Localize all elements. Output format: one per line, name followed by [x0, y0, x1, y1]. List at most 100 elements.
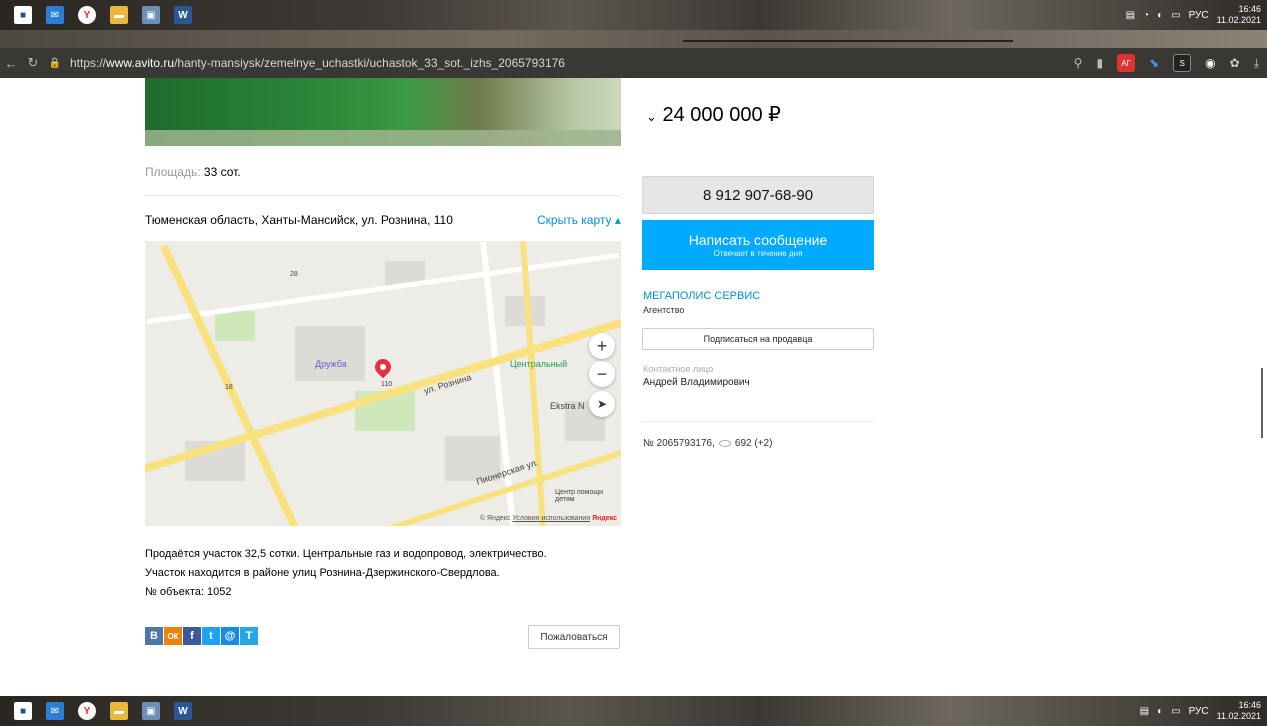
taskbar-top: ■ ✉ Y ▬ ▣ W ▤ ◔ ◐ ▭ РУС 16:46 11.02.2021 — [0, 0, 1267, 30]
subscribe-button[interactable]: Подписаться на продавца — [642, 328, 874, 350]
hide-map-link[interactable]: Скрыть карту ▴ — [537, 213, 621, 227]
phone-button[interactable]: 8 912 907-68-90 — [642, 176, 874, 214]
description: Продаётся участок 32,5 сотки. Центральны… — [145, 545, 547, 602]
message-button-sublabel: Отвечает в течение дня — [713, 249, 803, 258]
twitter-share-button[interactable]: t — [202, 627, 220, 645]
map-poi-label: Центр помощи детям — [555, 489, 604, 503]
clock-date: 11.02.2021 — [1216, 711, 1261, 721]
view-count: 692 (+2) — [734, 438, 773, 449]
complain-button[interactable]: Пожаловаться — [528, 625, 620, 649]
reload-icon[interactable]: ↻ — [22, 55, 44, 71]
map-house-number: 18 — [225, 384, 233, 391]
taskbar-bottom: ■ ✉ Y ▬ ▣ W ▤ ◐ ▭ РУС 16:46 11.02.2021 — [0, 696, 1267, 726]
chevron-up-icon: ▴ — [614, 213, 621, 227]
description-line: № объекта: 1052 — [145, 586, 232, 598]
mail-icon[interactable]: ✉ — [46, 6, 64, 24]
battery-icon[interactable]: ▭ — [1171, 706, 1180, 717]
price-value: 24 000 000 ₽ — [662, 104, 781, 126]
address-text: Тюменская область, Ханты-Мансийск, ул. Р… — [145, 213, 453, 227]
divider — [145, 195, 621, 196]
yandex-browser-icon[interactable]: Y — [78, 702, 96, 720]
area-value: 33 сот. — [203, 165, 241, 179]
telegram-share-button[interactable]: T — [240, 627, 258, 645]
url-prefix: https:// — [70, 56, 107, 70]
photo-app-icon[interactable]: ▣ — [142, 6, 160, 24]
price: ⌄ 24 000 000 ₽ — [646, 102, 781, 127]
url-path: /hanty-mansiysk/zemelnye_uchastki/uchast… — [174, 56, 565, 70]
write-message-button[interactable]: Написать сообщение Отвечает в течение дн… — [642, 220, 874, 270]
map-footer: © Яндекс Условия использования Яндекс — [480, 515, 617, 522]
page-content: Площадь: 33 сот. Тюменская область, Хант… — [0, 78, 1267, 696]
scrollbar[interactable] — [1261, 368, 1263, 438]
hide-map-label: Скрыть карту — [537, 213, 612, 227]
tab-strip — [0, 30, 1267, 48]
network-icon[interactable]: ◔ — [1143, 10, 1149, 21]
location-pin-icon[interactable] — [371, 355, 395, 379]
volume-icon[interactable]: ◐ — [1157, 10, 1163, 21]
volume-icon[interactable]: ◐ — [1157, 706, 1163, 717]
notification-icon[interactable]: ▤ — [1126, 10, 1135, 21]
ad-number: № 2065793176, — [643, 438, 715, 449]
map-park — [215, 311, 255, 341]
map-terms-link[interactable]: Условия использования — [512, 515, 590, 522]
vk-share-button[interactable]: В — [145, 627, 163, 645]
extension-arrow-icon[interactable]: ⬊ — [1149, 56, 1159, 70]
clock[interactable]: 16:46 11.02.2021 — [1217, 4, 1261, 26]
map-poi-label: Ekstra N — [550, 401, 585, 411]
word-icon[interactable]: W — [174, 6, 192, 24]
clock-date: 11.02.2021 — [1216, 15, 1261, 25]
ad-meta: № 2065793176, 692 (+2) — [643, 438, 772, 449]
zoom-out-button[interactable]: − — [589, 361, 615, 387]
file-explorer-icon[interactable]: ▬ — [110, 702, 128, 720]
map-copyright: © Яндекс — [479, 515, 511, 522]
description-line: Участок находится в районе улиц Рознина-… — [145, 567, 500, 579]
file-explorer-icon[interactable]: ▬ — [110, 6, 128, 24]
seller-type: Агентство — [643, 305, 685, 315]
download-icon[interactable]: ⤓ — [1254, 56, 1259, 71]
clock-time: 16:46 — [1238, 4, 1261, 14]
area-row: Площадь: 33 сот. — [145, 165, 241, 179]
geolocation-icon[interactable]: ➤ — [589, 391, 615, 417]
seller-name-link[interactable]: МЕГАПОЛИС СЕРВИС — [643, 290, 760, 302]
battery-icon[interactable]: ▭ — [1171, 10, 1180, 21]
lock-icon[interactable]: 🔒 — [44, 58, 66, 69]
extension-globe-icon[interactable]: ◉ — [1205, 56, 1215, 70]
language-indicator[interactable]: РУС — [1189, 706, 1209, 717]
divider — [642, 421, 874, 422]
extension-s-icon[interactable]: S — [1173, 54, 1192, 72]
map-poi-label: Дружба — [315, 359, 347, 369]
mailru-share-button[interactable]: @ — [221, 627, 239, 645]
active-tab-indicator — [683, 40, 1013, 42]
search-icon[interactable]: ⚲ — [1074, 56, 1083, 70]
yandex-browser-icon[interactable]: Y — [78, 6, 96, 24]
map-house-number: 28 — [290, 271, 298, 278]
back-arrow-icon[interactable]: ← — [0, 56, 22, 71]
bookmark-icon[interactable]: ▮ — [1096, 56, 1103, 70]
windows-logo-icon[interactable]: ■ — [14, 6, 32, 24]
eye-icon — [718, 440, 731, 447]
price-chevron-icon[interactable]: ⌄ — [646, 109, 657, 124]
word-icon[interactable]: W — [174, 702, 192, 720]
clock[interactable]: 16:46 11.02.2021 — [1217, 700, 1261, 722]
map[interactable]: ул. Рознина Пионерская ул. Дружба Центра… — [145, 241, 621, 526]
area-label: Площадь: — [145, 165, 201, 179]
ok-share-button[interactable]: ОК — [164, 627, 182, 645]
url-field[interactable]: https://www.avito.ru/hanty-mansiysk/zeme… — [70, 56, 565, 70]
mail-icon[interactable]: ✉ — [46, 702, 64, 720]
contact-name: Андрей Владимирович — [643, 377, 750, 388]
message-button-label: Написать сообщение — [688, 232, 828, 248]
language-indicator[interactable]: РУС — [1189, 10, 1209, 21]
description-line: Продаётся участок 32,5 сотки. Центральны… — [145, 548, 547, 560]
listing-photo[interactable] — [145, 78, 621, 146]
extension-ag-icon[interactable]: АГ — [1117, 54, 1136, 72]
map-brand: Яндекс — [592, 515, 617, 522]
map-road — [146, 252, 620, 325]
extension-puzzle-icon[interactable]: ✿ — [1230, 56, 1240, 70]
notification-icon[interactable]: ▤ — [1140, 706, 1149, 717]
zoom-in-button[interactable]: + — [589, 333, 615, 359]
clock-time: 16:46 — [1238, 700, 1261, 710]
windows-logo-icon[interactable]: ■ — [14, 702, 32, 720]
photo-app-icon[interactable]: ▣ — [142, 702, 160, 720]
facebook-share-button[interactable]: f — [183, 627, 201, 645]
share-buttons: В ОК f t @ T — [145, 627, 258, 645]
